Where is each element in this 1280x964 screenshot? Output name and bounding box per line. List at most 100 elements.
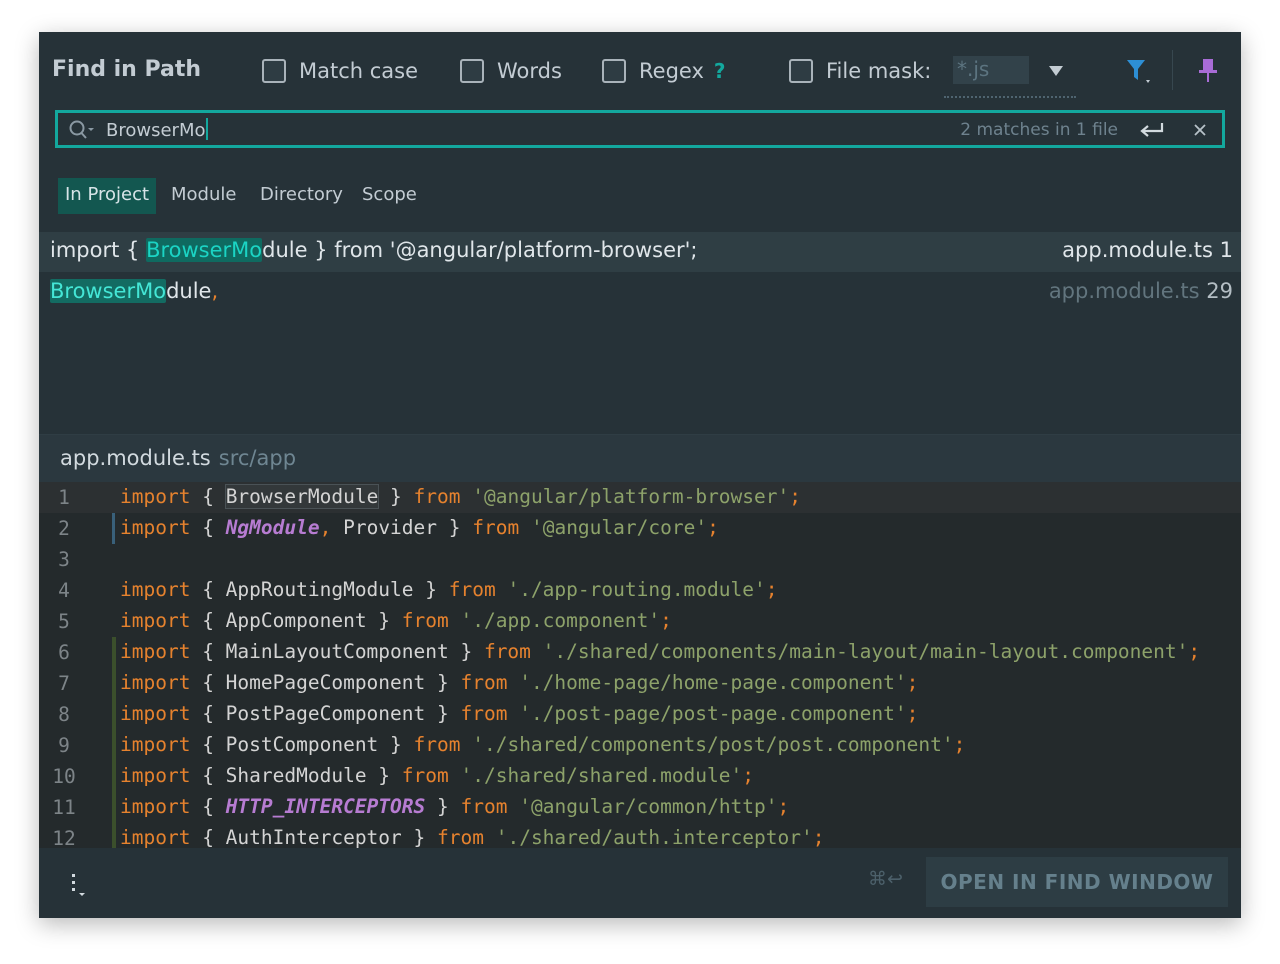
code-token: import <box>120 795 191 818</box>
code-line[interactable]: 5 import { AppComponent } from './app.com… <box>39 606 1241 637</box>
line-number: 11 <box>52 796 76 819</box>
code-line[interactable]: 12 import { AuthInterceptor } from './sha… <box>39 823 1241 848</box>
match-case-label: Match case <box>299 59 419 83</box>
code-line[interactable]: 7 import { HomePageComponent } from './ho… <box>39 668 1241 699</box>
code-token: import <box>120 578 191 601</box>
result-text-after: dule <box>166 279 212 303</box>
dialog-footer: ⌘↩ OPEN IN FIND WINDOW <box>39 848 1241 918</box>
code-token: from <box>472 516 520 539</box>
code-line[interactable]: 2 import { NgModule, Provider } from '@an… <box>39 513 1241 544</box>
code-token: '@angular/platform-browser' <box>472 485 790 508</box>
result-text-trail: , <box>211 279 219 303</box>
filter-icon[interactable] <box>1125 58 1155 86</box>
file-mask-checkbox[interactable]: File mask: <box>789 57 931 85</box>
match-case-checkbox[interactable]: Match case <box>262 57 418 85</box>
code-line[interactable]: 8 import { PostPageComponent } from './po… <box>39 699 1241 730</box>
chevron-down-icon[interactable] <box>1049 66 1063 76</box>
result-text: import { BrowserModule } from '@angular/… <box>50 238 697 262</box>
vcs-added-marker <box>112 823 116 848</box>
code-token: from <box>413 733 461 756</box>
file-mask-label: File mask: <box>826 59 932 83</box>
result-file: app.module.ts 1 <box>1062 238 1233 262</box>
code-line[interactable]: 9 import { PostComponent } from './shared… <box>39 730 1241 761</box>
code-token: './shared/auth.interceptor' <box>495 826 813 848</box>
close-icon[interactable] <box>1192 122 1208 138</box>
regex-label: Regex <box>639 59 704 83</box>
code-token: import <box>120 702 191 725</box>
regex-checkbox[interactable]: Regex ? <box>602 57 726 85</box>
code-token: ; <box>742 764 755 787</box>
preview-file: app.module.ts src/app <box>60 446 296 470</box>
code-line[interactable]: 4 import { AppRoutingModule } from './app… <box>39 575 1241 606</box>
code-line[interactable]: 3 <box>39 544 1241 575</box>
code-token: { PostPageComponent } <box>190 702 461 725</box>
result-line-number: 29 <box>1206 279 1233 303</box>
vcs-added-marker <box>112 668 116 699</box>
line-number: 7 <box>58 672 70 695</box>
code-text: import { BrowserModule } from '@angular/… <box>120 484 801 509</box>
words-checkbox[interactable]: Words <box>460 57 562 85</box>
words-box[interactable] <box>460 59 484 83</box>
match-case-box[interactable] <box>262 59 286 83</box>
regex-box[interactable] <box>602 59 626 83</box>
code-token: { <box>190 795 226 818</box>
code-text: import { HTTP_INTERCEPTORS } from '@angu… <box>120 795 789 818</box>
code-preview[interactable]: 1 import { BrowserModule } from '@angular… <box>39 482 1241 848</box>
result-file-name: app.module.ts <box>1062 238 1213 262</box>
tab-scope[interactable]: Scope <box>362 178 417 214</box>
line-number: 8 <box>58 703 70 726</box>
code-token: from <box>401 764 449 787</box>
code-line[interactable]: 1 import { BrowserModule } from '@angular… <box>39 482 1241 513</box>
file-mask-box[interactable] <box>789 59 813 83</box>
regex-help-link[interactable]: ? <box>714 59 726 83</box>
pin-icon[interactable] <box>1197 57 1219 85</box>
line-number: 10 <box>52 765 76 788</box>
code-token: import <box>120 764 191 787</box>
code-token: import <box>120 671 191 694</box>
code-token: { PostComponent } <box>190 733 414 756</box>
tab-module[interactable]: Module <box>171 178 236 214</box>
tab-in-project[interactable]: In Project <box>58 178 157 214</box>
code-token: ; <box>812 826 825 848</box>
more-vertical-icon[interactable] <box>68 870 88 898</box>
text-caret <box>206 118 209 140</box>
search-input[interactable]: BrowserMo <box>106 118 209 141</box>
code-token: ; <box>777 795 790 818</box>
code-token: Provider } <box>331 516 473 539</box>
code-line[interactable]: 10 import { SharedModule } from './shared… <box>39 761 1241 792</box>
result-row[interactable]: import { BrowserModule } from '@angular/… <box>39 232 1241 272</box>
code-line[interactable]: 11 import { HTTP_INTERCEPTORS } from '@an… <box>39 792 1241 823</box>
code-line[interactable]: 6 import { MainLayoutComponent } from './… <box>39 637 1241 668</box>
match-count: 2 matches in 1 file <box>960 120 1118 140</box>
preview-file-name: app.module.ts <box>60 446 211 470</box>
search-field[interactable]: BrowserMo 2 matches in 1 file <box>55 110 1225 148</box>
code-token: HTTP_INTERCEPTORS <box>225 795 426 818</box>
vcs-added-marker <box>112 637 116 668</box>
result-row[interactable]: BrowserModule, app.module.ts 29 <box>39 273 1241 313</box>
code-token: './post-page/post-page.component' <box>519 702 907 725</box>
code-token: ; <box>953 733 966 756</box>
vcs-added-marker <box>112 730 116 761</box>
code-token: '@angular/core' <box>530 516 708 539</box>
file-mask-input[interactable]: *.js <box>953 56 1029 84</box>
line-number: 1 <box>58 486 70 509</box>
code-token: import <box>120 516 191 539</box>
search-icon[interactable] <box>68 119 96 141</box>
code-token: { <box>190 485 226 508</box>
enter-icon[interactable] <box>1138 119 1166 141</box>
tab-directory[interactable]: Directory <box>260 178 343 214</box>
code-token: { AppRoutingModule } <box>190 578 449 601</box>
code-token: ; <box>707 516 719 539</box>
code-token: '@angular/common/http' <box>519 795 778 818</box>
code-token: from <box>460 702 508 725</box>
code-text: import { AuthInterceptor } from './share… <box>120 826 824 848</box>
open-in-find-window-button[interactable]: OPEN IN FIND WINDOW <box>926 857 1228 907</box>
code-token: from <box>448 578 496 601</box>
